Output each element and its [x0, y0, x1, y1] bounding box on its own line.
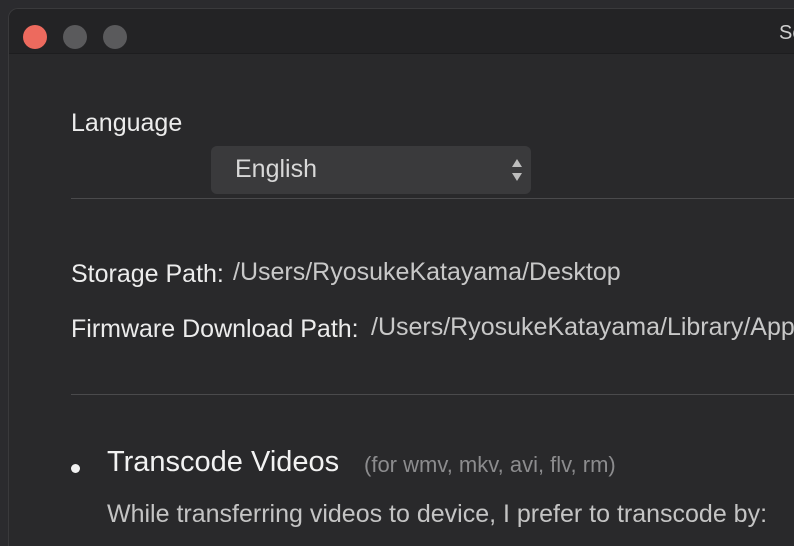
up-down-arrows-icon — [512, 159, 522, 181]
title-bar[interactable]: Se — [9, 9, 794, 54]
firmware-path-value: /Users/RyosukeKatayama/Library/App — [371, 313, 794, 341]
storage-path-value: /Users/RyosukeKatayama/Desktop — [233, 258, 621, 286]
settings-window: Se Language English Storage Path: /Users… — [8, 8, 794, 546]
firmware-path-label: Firmware Download Path: — [71, 315, 359, 343]
transcode-subtitle: (for wmv, mkv, avi, flv, rm) — [364, 452, 616, 477]
transcode-title: Transcode Videos — [107, 446, 340, 478]
zoom-button[interactable] — [103, 25, 127, 49]
minimize-button[interactable] — [63, 25, 87, 49]
desktop: Se Language English Storage Path: /Users… — [0, 0, 794, 546]
bullet-icon — [71, 464, 80, 473]
close-button[interactable] — [23, 25, 47, 49]
transcode-description: While transferring videos to device, I p… — [107, 500, 768, 528]
divider — [71, 394, 794, 395]
language-label: Language — [71, 109, 183, 137]
language-select-value: English — [235, 155, 317, 183]
divider — [71, 198, 794, 199]
window-title: Se — [779, 22, 794, 44]
language-select[interactable]: English — [211, 146, 531, 194]
storage-path-label: Storage Path: — [71, 260, 224, 288]
